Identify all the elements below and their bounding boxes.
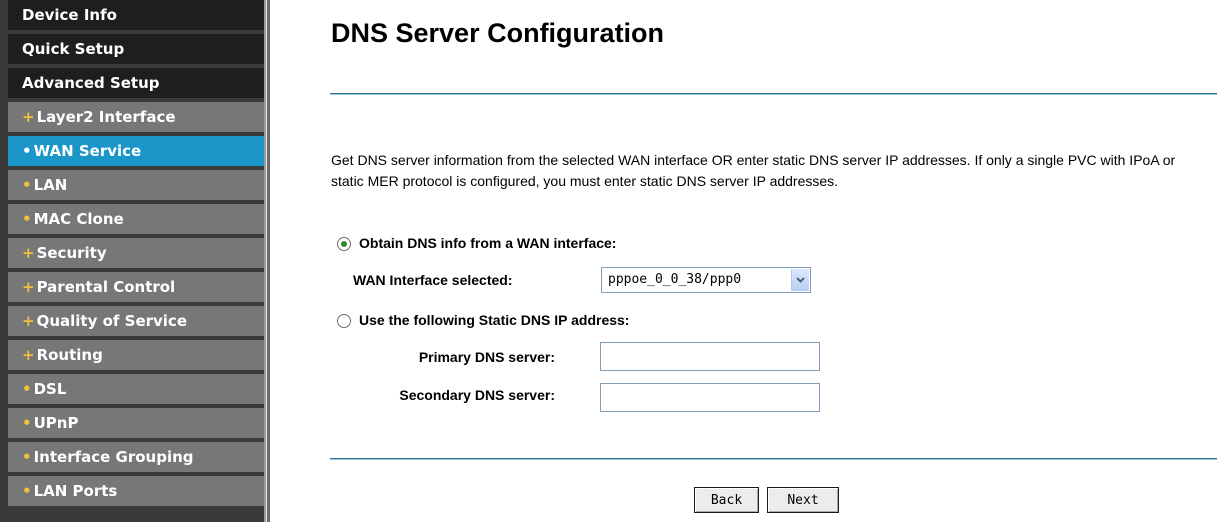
sidebar-item-label: WAN Service	[33, 142, 142, 160]
sidebar-item-label: Parental Control	[36, 278, 176, 296]
radio-checked-icon	[341, 241, 347, 247]
sidebar-divider	[264, 0, 270, 522]
sidebar-item-quality-of-service[interactable]: + Quality of Service	[8, 306, 264, 338]
bullet-icon: •	[22, 448, 32, 466]
chevron-down-icon[interactable]	[791, 269, 809, 291]
wan-interface-select[interactable]: pppoe_0_0_38/ppp0	[601, 267, 811, 293]
sidebar-item-label: LAN	[33, 176, 68, 194]
page-title: DNS Server Configuration	[331, 18, 665, 48]
bullet-icon: •	[22, 210, 32, 228]
sidebar-item-mac-clone[interactable]: • MAC Clone	[8, 204, 264, 236]
sidebar-item-label: Interface Grouping	[33, 448, 194, 466]
obtain-dns-label: Obtain DNS info from a WAN interface:	[359, 235, 617, 251]
back-button[interactable]: Back	[694, 487, 759, 513]
bullet-icon: •	[22, 142, 32, 160]
primary-dns-label: Primary DNS server:	[418, 349, 555, 365]
sidebar-item-wan-service[interactable]: • WAN Service	[8, 136, 264, 168]
static-dns-radio[interactable]	[337, 314, 351, 328]
expand-plus-icon: +	[22, 278, 35, 296]
bullet-icon: •	[22, 380, 32, 398]
sidebar-item-label: Device Info	[22, 6, 117, 24]
sidebar-item-device-info[interactable]: Device Info	[8, 0, 264, 32]
sidebar-item-label: LAN Ports	[33, 482, 118, 500]
sidebar-item-security[interactable]: + Security	[8, 238, 264, 270]
sidebar-item-advanced-setup[interactable]: Advanced Setup	[8, 68, 264, 100]
sidebar-item-label: UPnP	[33, 414, 79, 432]
sidebar-item-label: Routing	[36, 346, 103, 364]
sidebar-item-label: Quality of Service	[36, 312, 187, 330]
wan-interface-label: WAN Interface selected:	[353, 272, 513, 288]
page-description: Get DNS server information from the sele…	[331, 152, 1176, 189]
sidebar: Device Info Quick Setup Advanced Setup +…	[0, 0, 264, 522]
secondary-dns-label: Secondary DNS server:	[399, 387, 555, 403]
expand-plus-icon: +	[22, 244, 35, 262]
wan-interface-value: pppoe_0_0_38/ppp0	[608, 272, 742, 287]
primary-dns-input[interactable]	[600, 342, 820, 371]
sidebar-item-lan-ports[interactable]: • LAN Ports	[8, 476, 264, 508]
sidebar-item-label: Quick Setup	[22, 40, 125, 58]
obtain-dns-radio[interactable]	[337, 237, 351, 251]
static-dns-label: Use the following Static DNS IP address:	[359, 312, 630, 328]
bullet-icon: •	[22, 482, 32, 500]
bottom-divider	[330, 458, 1217, 460]
sidebar-item-label: DSL	[33, 380, 67, 398]
expand-plus-icon: +	[22, 108, 35, 126]
sidebar-item-interface-grouping[interactable]: • Interface Grouping	[8, 442, 264, 474]
sidebar-item-label: Security	[36, 244, 107, 262]
sidebar-item-dsl[interactable]: • DSL	[8, 374, 264, 406]
sidebar-item-layer2-interface[interactable]: + Layer2 Interface	[8, 102, 264, 134]
sidebar-item-routing[interactable]: + Routing	[8, 340, 264, 372]
expand-plus-icon: +	[22, 346, 35, 364]
sidebar-item-label: MAC Clone	[33, 210, 124, 228]
bullet-icon: •	[22, 176, 32, 194]
sidebar-item-upnp[interactable]: • UPnP	[8, 408, 264, 440]
sidebar-item-lan[interactable]: • LAN	[8, 170, 264, 202]
sidebar-item-label: Layer2 Interface	[36, 108, 176, 126]
secondary-dns-input[interactable]	[600, 383, 820, 412]
top-divider	[330, 93, 1217, 95]
sidebar-item-quick-setup[interactable]: Quick Setup	[8, 34, 264, 66]
sidebar-item-label: Advanced Setup	[22, 74, 160, 92]
bullet-icon: •	[22, 414, 32, 432]
expand-plus-icon: +	[22, 312, 35, 330]
next-button[interactable]: Next	[767, 487, 839, 513]
sidebar-item-parental-control[interactable]: + Parental Control	[8, 272, 264, 304]
